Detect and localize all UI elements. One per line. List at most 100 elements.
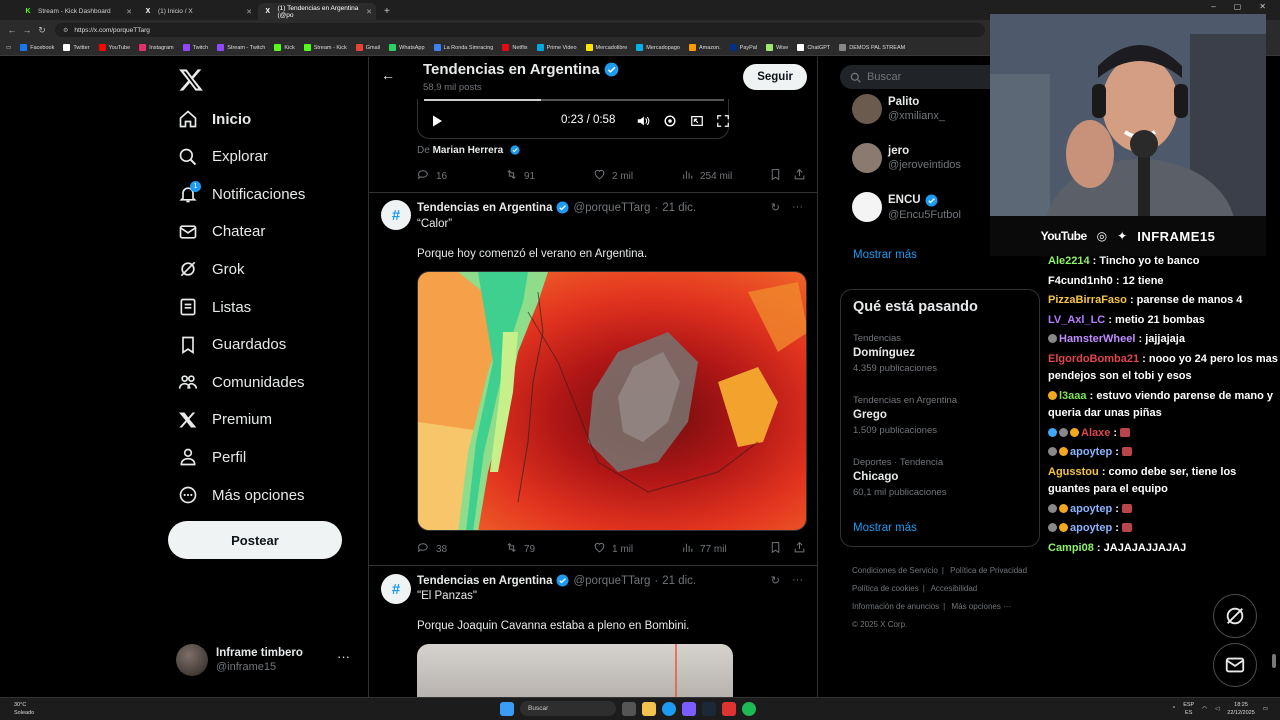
account-switcher[interactable]: Inframe timbero @inframe15 ···	[176, 643, 356, 677]
steam-icon[interactable]	[702, 701, 716, 716]
grok-floating-button[interactable]	[1213, 594, 1257, 638]
file-explorer-icon[interactable]	[642, 701, 656, 716]
quote-author[interactable]: Marian Herrera	[433, 145, 504, 156]
task-view-icon[interactable]	[622, 701, 636, 716]
bookmark-item[interactable]: Instagram	[139, 44, 174, 51]
address-bar[interactable]: ⚙ https://x.com/porqueTTarg	[55, 23, 985, 37]
footer-cookies-link[interactable]: Política de cookies	[852, 584, 919, 593]
scrollbar-thumb[interactable]	[1272, 654, 1276, 668]
edge-icon[interactable]	[662, 701, 676, 716]
more-dots-icon[interactable]: ···	[792, 574, 803, 587]
tweet-date[interactable]: 21 dic.	[662, 575, 696, 587]
bookmark-item[interactable]: Netflix	[502, 44, 528, 51]
bookmark-item[interactable]: DEMOS PAL STREAM	[839, 44, 905, 51]
windows-start-icon[interactable]	[500, 701, 514, 716]
nav-item-listas[interactable]: Listas	[178, 295, 251, 319]
tweet-replies-button[interactable]: 16	[417, 168, 447, 184]
messages-floating-button[interactable]	[1213, 643, 1257, 687]
footer-privacy-link[interactable]: Política de Privacidad	[950, 566, 1027, 575]
close-tab-icon[interactable]: ✕	[366, 8, 372, 16]
tweet-avatar[interactable]: #	[381, 200, 411, 230]
bookmark-item[interactable]: Mercadopago	[636, 44, 680, 51]
settings-gear-icon[interactable]	[663, 114, 677, 128]
tweet-image[interactable]	[417, 644, 733, 697]
more-dots-icon[interactable]: ···	[792, 201, 803, 214]
app-icon[interactable]	[722, 701, 736, 716]
close-window-icon[interactable]: ✕	[1259, 2, 1266, 11]
minimize-icon[interactable]: –	[1211, 2, 1215, 11]
x-logo-icon[interactable]	[178, 67, 204, 93]
bookmark-item[interactable]: Stream - Twitch	[217, 44, 265, 51]
tweet-views-button[interactable]: 254 mil	[681, 168, 732, 184]
video-progress-bar[interactable]	[424, 99, 724, 101]
play-icon[interactable]	[430, 114, 444, 128]
close-tab-icon[interactable]: ✕	[126, 8, 132, 16]
bookmark-item[interactable]: Stream - Kick	[303, 44, 347, 51]
post-button[interactable]: Postear	[168, 521, 342, 559]
bookmark-item[interactable]: Kick	[274, 44, 295, 51]
follow-button[interactable]: Seguir	[743, 64, 807, 90]
bookmark-item[interactable]: WhatsApp	[389, 44, 425, 51]
tweet-likes-button[interactable]: 1 mil	[593, 541, 633, 557]
bookmark-item[interactable]: Facebook	[20, 44, 54, 51]
tweet-reposts-button[interactable]: 79	[505, 541, 535, 557]
language-indicator[interactable]: ESP ES	[1183, 701, 1194, 717]
tray-chevron-icon[interactable]: ^	[1173, 706, 1176, 712]
tweet-image-heat-map[interactable]	[417, 271, 807, 531]
trend-item[interactable]: Tendencias en Argentina Grego 1.509 public…	[853, 395, 957, 436]
bookmark-item[interactable]: Twitch	[182, 44, 208, 51]
more-dots-icon[interactable]: ···	[337, 649, 350, 664]
trend-item[interactable]: Deportes · Tendencia Chicago 60,1 mil publ…	[853, 457, 946, 498]
volume-icon[interactable]	[636, 114, 650, 128]
reload-icon[interactable]: ↻	[36, 25, 48, 36]
sidebar-toggle-icon[interactable]: ▭	[6, 45, 11, 51]
nav-item-perfil[interactable]: Perfil	[178, 445, 246, 469]
nav-item-comunidades[interactable]: Comunidades	[178, 370, 305, 394]
footer-ads-link[interactable]: Información de anuncios	[852, 602, 939, 611]
nav-item-inicio[interactable]: Inicio	[178, 107, 251, 131]
tweet-likes-button[interactable]: 2 mil	[593, 168, 633, 184]
fullscreen-icon[interactable]	[716, 114, 730, 128]
nav-item-guardados[interactable]: Guardados	[178, 333, 286, 357]
footer-accessibility-link[interactable]: Accesibilidad	[931, 584, 978, 593]
bookmark-item[interactable]: ChatGPT	[797, 44, 830, 51]
show-more-link[interactable]: Mostrar más	[853, 249, 917, 261]
bookmark-item[interactable]: Prime Video	[536, 44, 577, 51]
tweet-date[interactable]: 21 dic.	[662, 202, 696, 214]
tweet-reposts-button[interactable]: 91	[505, 168, 535, 184]
tweet-views-button[interactable]: 77 mil	[681, 541, 727, 557]
browser-tab[interactable]: X (1) Tendencias en Argentina (@po ✕	[258, 3, 376, 20]
spotify-icon[interactable]	[742, 701, 756, 716]
bookmark-item[interactable]: Amazon.	[688, 44, 721, 51]
bookmark-item[interactable]: La Ronda Simracing	[433, 44, 493, 51]
browser-tab[interactable]: K Stream - Kick Dashboard ✕	[18, 3, 136, 20]
nav-item-más-opciones[interactable]: Más opciones	[178, 483, 305, 507]
share-button[interactable]	[793, 541, 812, 554]
wifi-icon[interactable]: ◠	[1202, 706, 1207, 712]
who-to-follow-item[interactable]: jero @jeroveintidos	[852, 142, 1012, 174]
tweet-author-name[interactable]: Tendencias en Argentina	[417, 575, 552, 587]
bookmark-item[interactable]: YouTube	[98, 44, 130, 51]
new-tab-icon[interactable]: +	[384, 3, 390, 20]
who-to-follow-item[interactable]: Palito @xmilianx_	[852, 93, 1012, 125]
tweet-avatar[interactable]: #	[381, 574, 411, 604]
browser-tab[interactable]: X (1) Inicio / X ✕	[138, 3, 256, 20]
taskbar-search[interactable]: Buscar	[520, 701, 616, 716]
who-to-follow-item[interactable]: ENCU @Encu5Futbol	[852, 191, 1012, 223]
maximize-icon[interactable]: ▢	[1234, 2, 1242, 11]
nav-item-premium[interactable]: Premium	[178, 408, 272, 432]
tweet-handle[interactable]: @porqueTTarg	[573, 575, 650, 587]
forward-icon[interactable]: →	[21, 25, 33, 35]
bookmark-button[interactable]	[769, 541, 788, 554]
nav-item-notificaciones[interactable]: 1 Notificaciones	[178, 181, 305, 206]
footer-more-link[interactable]: Más opciones ···	[951, 602, 1011, 611]
tweet-replies-button[interactable]: 38	[417, 541, 447, 557]
nav-item-explorar[interactable]: Explorar	[178, 145, 268, 169]
grok-icon[interactable]: ↻	[771, 201, 780, 214]
nav-item-grok[interactable]: Grok	[178, 257, 245, 281]
system-clock[interactable]: 18:25 22/12/2025	[1227, 701, 1255, 717]
picture-in-picture-icon[interactable]	[690, 114, 704, 128]
close-tab-icon[interactable]: ✕	[246, 8, 252, 16]
bookmark-item[interactable]: Wise	[766, 44, 788, 51]
nav-item-chatear[interactable]: Chatear	[178, 220, 265, 244]
